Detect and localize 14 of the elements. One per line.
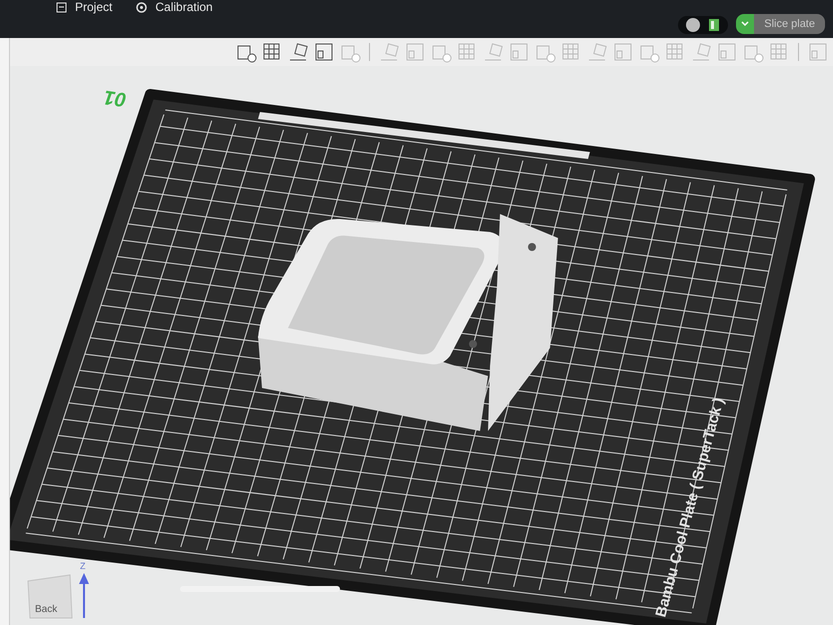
layout-icon <box>708 18 720 32</box>
circle-icon <box>686 18 700 32</box>
z-axis-arrow <box>79 573 89 618</box>
top-tab[interactable]: Project <box>56 0 112 14</box>
top-tab[interactable]: Calibration <box>136 0 213 14</box>
dropdown-button[interactable] <box>736 14 754 34</box>
view-cube-face-label: Back <box>35 604 58 615</box>
view-cube <box>27 574 73 618</box>
orient-icon[interactable] <box>287 41 309 63</box>
chevron-icon <box>741 21 750 27</box>
axis-label: Z <box>80 561 86 571</box>
gear-icon <box>136 2 148 12</box>
plate-number: 01 <box>102 86 128 110</box>
layout-icon[interactable] <box>313 41 335 63</box>
